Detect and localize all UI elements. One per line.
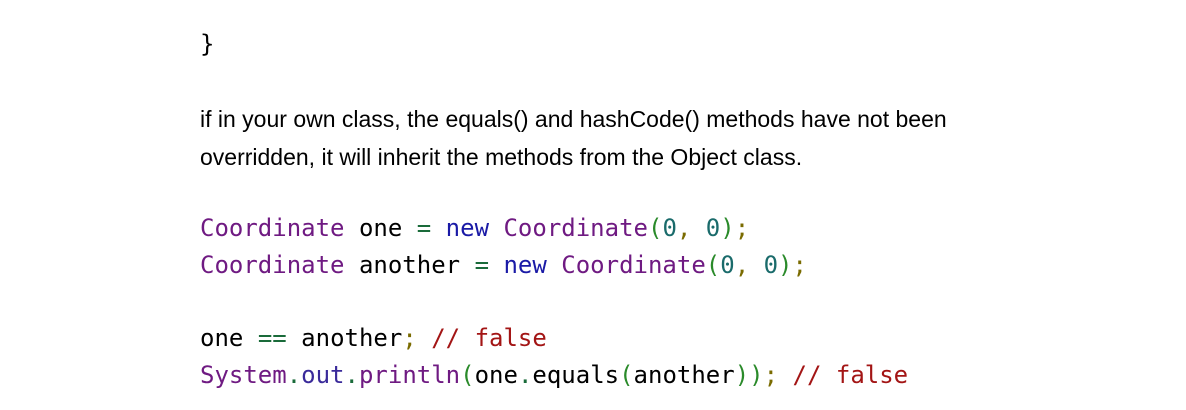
dot: . <box>344 361 359 389</box>
left-operand: one <box>200 324 244 352</box>
constructor-name: Coordinate <box>503 214 648 242</box>
equals-call-line: System.out.println(one.equals(another));… <box>200 357 908 394</box>
right-operand: another <box>301 324 403 352</box>
println-method: println <box>358 361 461 389</box>
object-one: one <box>474 361 518 389</box>
equality-operator: == <box>257 324 287 352</box>
declaration-line-one: Coordinate one = new Coordinate(0, 0); <box>200 210 807 247</box>
out-field: out <box>301 361 345 389</box>
type-name: Coordinate <box>200 214 345 242</box>
type-name: Coordinate <box>200 251 345 279</box>
close-paren: ) <box>749 361 764 389</box>
argument-1: 0 <box>662 214 677 242</box>
variable-name: another <box>358 251 461 279</box>
constructor-name: Coordinate <box>561 251 706 279</box>
variable-name: one <box>358 214 403 242</box>
assign-operator: = <box>474 251 490 279</box>
semicolon: ; <box>734 214 750 242</box>
comparison-code-block: one == another; // false System.out.prin… <box>200 320 908 394</box>
semicolon: ; <box>402 324 417 352</box>
argument-2: 0 <box>763 251 779 279</box>
result-comment: // false <box>792 361 909 389</box>
declarations-code-block: Coordinate one = new Coordinate(0, 0); C… <box>200 210 807 284</box>
comma: , <box>734 251 750 279</box>
new-keyword: new <box>503 251 547 279</box>
declaration-line-another: Coordinate another = new Coordinate(0, 0… <box>200 247 807 284</box>
assign-operator: = <box>416 214 432 242</box>
result-comment: // false <box>431 324 547 352</box>
reference-comparison-line: one == another; // false <box>200 320 908 357</box>
explanation-line-2: overridden, it will inherit the methods … <box>200 144 803 170</box>
comma: , <box>676 214 692 242</box>
semicolon: ; <box>763 361 779 389</box>
semicolon: ; <box>792 251 807 279</box>
open-paren: ( <box>619 361 634 389</box>
open-paren: ( <box>647 214 663 242</box>
close-paren: ) <box>778 251 793 279</box>
equals-method: equals <box>532 361 620 389</box>
close-paren: ) <box>720 214 735 242</box>
code-closing-brace-line: } <box>200 26 214 63</box>
dot: . <box>517 361 533 389</box>
close-paren: ) <box>734 361 750 389</box>
explanation-paragraph: if in your own class, the equals() and h… <box>200 100 1160 176</box>
new-keyword: new <box>445 214 490 242</box>
open-paren: ( <box>705 251 721 279</box>
open-paren: ( <box>460 361 475 389</box>
closing-brace: } <box>200 30 215 58</box>
argument-2: 0 <box>705 214 721 242</box>
argument-1: 0 <box>720 251 735 279</box>
system-class: System <box>200 361 287 389</box>
explanation-line-1: if in your own class, the equals() and h… <box>200 106 947 132</box>
argument-another: another <box>633 361 735 389</box>
dot: . <box>286 361 302 389</box>
